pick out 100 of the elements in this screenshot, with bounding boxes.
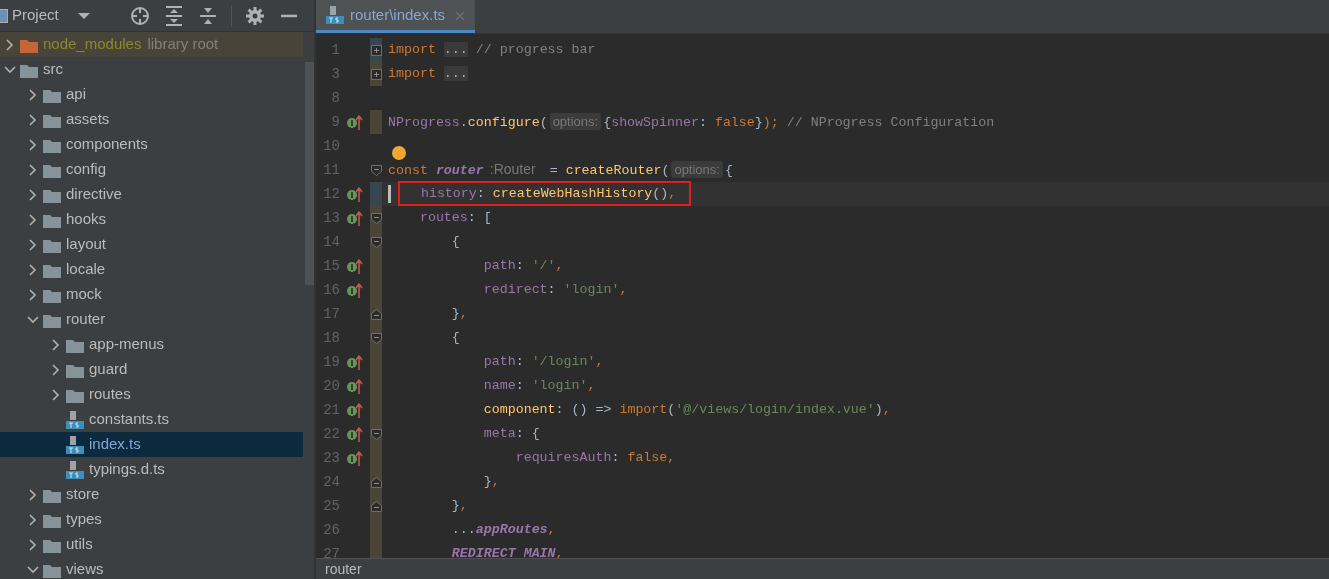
line-number: 8	[330, 88, 340, 108]
editor-tab[interactable]: router\index.ts	[316, 0, 476, 33]
chevron-icon[interactable]	[50, 338, 62, 351]
implements-icon[interactable]	[347, 210, 363, 226]
folder-icon	[43, 287, 61, 303]
folder-name: locale	[66, 259, 106, 280]
tree-row[interactable]: hooks	[0, 207, 303, 232]
implements-icon[interactable]	[347, 282, 363, 298]
implements-icon[interactable]	[347, 426, 363, 442]
chevron-icon[interactable]	[27, 138, 39, 151]
code-line: },	[482, 473, 500, 492]
breadcrumb[interactable]: router	[325, 558, 362, 579]
code-line: path: '/',	[482, 257, 564, 276]
fold-icon[interactable]	[371, 332, 382, 344]
minimize-icon[interactable]	[281, 13, 297, 18]
chevron-icon[interactable]	[27, 288, 39, 301]
line-number: 1	[330, 40, 340, 60]
line-number: 9	[330, 112, 340, 132]
typescript-file-icon	[66, 436, 84, 455]
fold-icon[interactable]	[371, 68, 382, 80]
folder-name: src	[43, 59, 63, 80]
tree-row[interactable]: config	[0, 157, 303, 182]
chevron-icon[interactable]	[27, 513, 39, 526]
typescript-file-icon	[66, 461, 84, 480]
lightbulb-icon[interactable]	[392, 146, 406, 160]
folder-icon	[20, 62, 38, 78]
text-caret	[388, 185, 391, 203]
code-line: requiresAuth: false,	[514, 449, 676, 468]
settings-icon[interactable]	[246, 6, 264, 25]
implements-icon[interactable]	[347, 450, 363, 466]
folder-name: config	[66, 159, 107, 180]
implements-icon[interactable]	[347, 402, 363, 418]
dropdown-icon[interactable]	[76, 11, 91, 20]
chevron-icon[interactable]	[27, 538, 39, 551]
tree-row[interactable]: directive	[0, 182, 303, 207]
target-icon[interactable]	[130, 5, 150, 26]
chevron-icon[interactable]	[27, 113, 39, 126]
folder-name: routes	[89, 384, 131, 405]
chevron-icon[interactable]	[4, 63, 16, 76]
fold-icon[interactable]	[371, 476, 382, 488]
chevron-icon[interactable]	[50, 388, 62, 401]
chevron-icon[interactable]	[27, 488, 39, 501]
tree-row[interactable]: types	[0, 507, 303, 532]
tree-row[interactable]: src	[0, 57, 303, 82]
chevron-icon[interactable]	[27, 238, 39, 251]
file-name: typings.d.ts	[89, 459, 165, 480]
fold-icon[interactable]	[371, 428, 382, 440]
collapse-all-icon[interactable]	[199, 5, 217, 26]
tree-row[interactable]: constants.ts	[0, 407, 303, 432]
folder-name: layout	[66, 234, 107, 255]
line-number: 12	[322, 184, 340, 204]
folder-icon	[43, 512, 61, 528]
tree-row[interactable]: routes	[0, 382, 303, 407]
code-line: name: 'login',	[482, 377, 596, 396]
implements-icon[interactable]	[347, 354, 363, 370]
folder-name: guard	[89, 359, 128, 380]
line-number: 16	[322, 280, 340, 300]
fold-icon[interactable]	[371, 164, 382, 176]
panel-title[interactable]: Project	[12, 4, 59, 27]
chevron-icon[interactable]	[4, 38, 16, 51]
chevron-icon[interactable]	[27, 88, 39, 101]
chevron-icon[interactable]	[27, 213, 39, 226]
tree-row[interactable]: mock	[0, 282, 303, 307]
chevron-icon[interactable]	[27, 263, 39, 276]
code-line: },	[450, 305, 468, 324]
chevron-icon[interactable]	[50, 363, 62, 376]
tree-row[interactable]: assets	[0, 107, 303, 132]
tree-row[interactable]: index.ts	[0, 432, 303, 457]
fold-icon[interactable]	[371, 500, 382, 512]
tree-row[interactable]: locale	[0, 257, 303, 282]
implements-icon[interactable]	[347, 186, 363, 202]
tree-row[interactable]: api	[0, 82, 303, 107]
tree-row[interactable]: store	[0, 482, 303, 507]
fold-icon[interactable]	[371, 236, 382, 248]
implements-icon[interactable]	[347, 114, 363, 130]
tree-row[interactable]: app-menus	[0, 332, 303, 357]
tree-row[interactable]: components	[0, 132, 303, 157]
chevron-icon[interactable]	[27, 313, 39, 326]
fold-icon[interactable]	[371, 44, 382, 56]
code-line: routes: [	[418, 209, 492, 228]
tree-row[interactable]: guard	[0, 357, 303, 382]
tree-row[interactable]: utils	[0, 532, 303, 557]
tree-row[interactable]: views	[0, 557, 303, 579]
fold-icon[interactable]	[371, 308, 382, 320]
expand-all-icon[interactable]	[165, 5, 183, 26]
folder-name: api	[66, 84, 87, 105]
chevron-icon[interactable]	[27, 563, 39, 576]
tree-row[interactable]: layout	[0, 232, 303, 257]
chevron-icon[interactable]	[27, 163, 39, 176]
fold-icon[interactable]	[371, 212, 382, 224]
tree-row[interactable]: typings.d.ts	[0, 457, 303, 482]
folder-name: hooks	[66, 209, 107, 230]
implements-icon[interactable]	[347, 258, 363, 274]
line-number: 3	[330, 64, 340, 84]
line-number: 25	[322, 496, 340, 516]
scrollbar-thumb[interactable]	[305, 62, 314, 285]
implements-icon[interactable]	[347, 378, 363, 394]
chevron-icon[interactable]	[27, 188, 39, 201]
line-number: 17	[322, 304, 340, 324]
tree-row[interactable]: router	[0, 307, 303, 332]
